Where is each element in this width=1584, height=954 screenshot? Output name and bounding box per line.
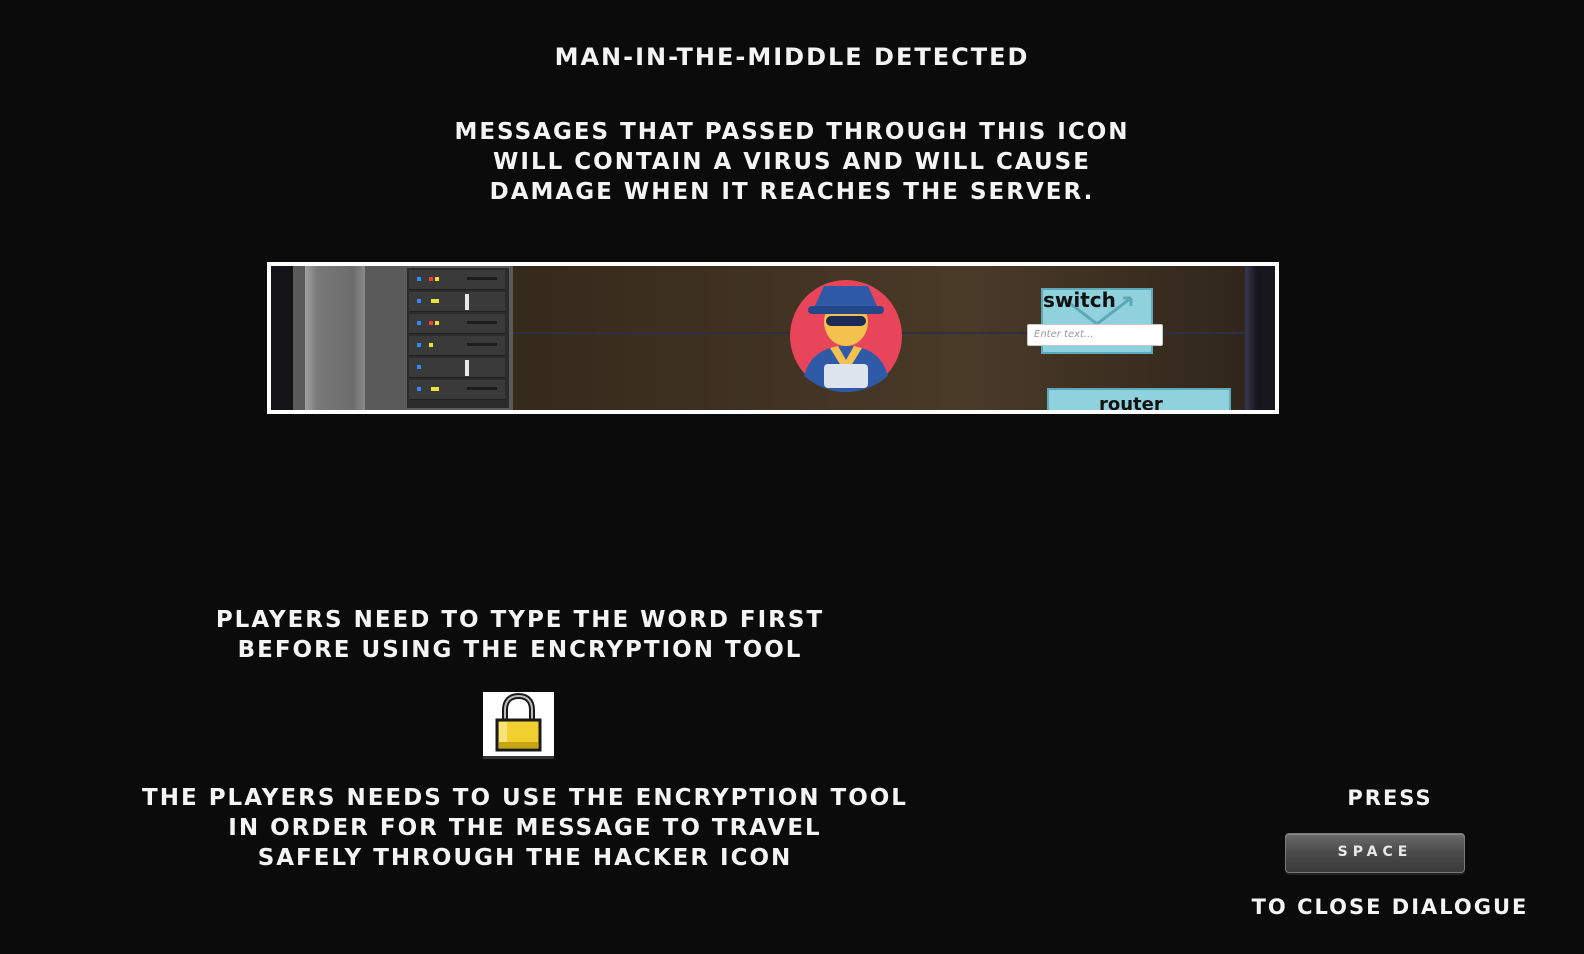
rack-unit — [409, 358, 505, 378]
close-dialogue-label: to close dialogue — [1251, 895, 1529, 919]
dialog-title: Man-in-the-middle detected — [554, 43, 1030, 71]
lock-icon — [483, 692, 554, 756]
rack-unit — [409, 270, 505, 290]
rack-unit — [409, 314, 505, 334]
description-line: will contain a virus and will cause — [493, 149, 1091, 175]
hint-line: before using the encryption tool — [237, 637, 803, 663]
rack-unit — [409, 336, 505, 356]
dialog-screen: Man-in-the-middle detected Messages that… — [0, 0, 1584, 954]
rack-units — [407, 268, 509, 408]
note-line: in order for the message to travel — [228, 815, 822, 841]
space-key-button[interactable]: SPACE — [1285, 833, 1465, 873]
gameplay-screenshot: switch Enter text... router — [267, 262, 1279, 414]
note-line: The players needs to use the encryption … — [142, 785, 908, 811]
dialog-description: Messages that passed through this icon w… — [0, 117, 1584, 207]
hacker-icon — [790, 280, 902, 392]
rack-door — [305, 266, 365, 410]
rack-unit — [409, 292, 505, 312]
press-label: Press — [1347, 786, 1433, 810]
screenshot-right-edge — [1245, 266, 1275, 410]
typing-hint: Players need to type the word first befo… — [120, 605, 920, 665]
switch-label: switch — [1043, 288, 1116, 312]
encryption-note: The players needs to use the encryption … — [60, 783, 990, 873]
description-line: damage when it reaches the server. — [489, 179, 1095, 205]
word-input: Enter text... — [1027, 324, 1163, 346]
screenshot-left-edge — [271, 266, 293, 410]
note-line: safely through the hacker icon — [257, 845, 793, 871]
rack-unit — [409, 380, 505, 400]
hint-line: Players need to type the word first — [215, 607, 825, 633]
description-line: Messages that passed through this icon — [454, 119, 1130, 145]
router-label: router — [1099, 394, 1163, 414]
